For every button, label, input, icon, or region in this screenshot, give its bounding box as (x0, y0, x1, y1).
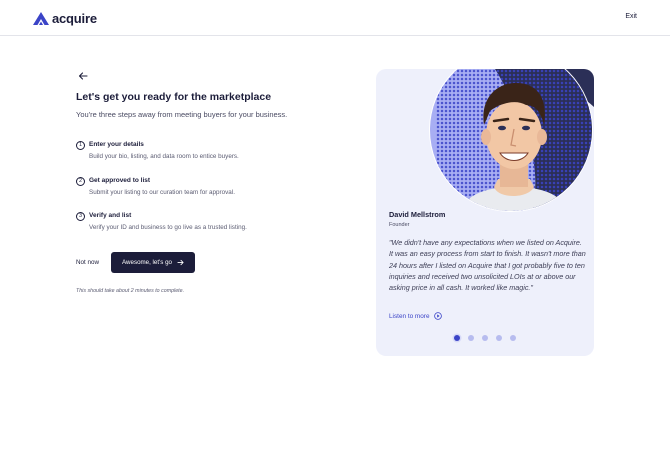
testimonial-name: David Mellstrom (389, 210, 446, 219)
page-subtitle: You're three steps away from meeting buy… (76, 110, 288, 119)
listen-label: Listen to more (389, 312, 430, 320)
back-arrow-icon[interactable] (78, 71, 88, 81)
logo-mark-icon (33, 12, 49, 25)
carousel-dots (454, 335, 516, 341)
top-bar: acquire Exit (0, 0, 670, 36)
time-estimate-note: This should take about 2 minutes to comp… (76, 288, 185, 294)
founder-portrait-illustration (429, 69, 594, 212)
carousel-dot[interactable] (454, 335, 460, 341)
arrow-right-icon (177, 259, 184, 266)
acquire-logo[interactable]: acquire (33, 11, 97, 26)
carousel-dot[interactable] (496, 335, 502, 341)
step-title: Verify and list (89, 212, 132, 219)
page-title: Let's get you ready for the marketplace (76, 91, 272, 103)
cta-label: Awesome, let's go (122, 259, 172, 266)
carousel-dot[interactable] (482, 335, 488, 341)
step-description: Build your bio, listing, and data room t… (89, 153, 239, 160)
testimonial-card: David Mellstrom Founder "We didn't have … (376, 69, 594, 356)
listen-to-more-link[interactable]: Listen to more (389, 312, 442, 320)
step-number: 1 (76, 141, 85, 150)
testimonial-role: Founder (389, 222, 410, 228)
exit-link[interactable]: Exit (625, 13, 637, 20)
step-title: Get approved to list (89, 177, 151, 184)
awesome-lets-go-button[interactable]: Awesome, let's go (111, 252, 195, 273)
carousel-dot[interactable] (510, 335, 516, 341)
testimonial-quote: "We didn't have any expectations when we… (389, 238, 586, 293)
step-title: Enter your details (89, 141, 144, 148)
play-circle-icon (433, 312, 442, 320)
step-description: Submit your listing to our curation team… (89, 189, 235, 196)
step-number: 3 (76, 212, 85, 221)
not-now-button[interactable]: Not now (76, 259, 99, 266)
carousel-dot[interactable] (468, 335, 474, 341)
step-number: 2 (76, 177, 85, 186)
logo-text: acquire (52, 11, 97, 26)
step-description: Verify your ID and business to go live a… (89, 224, 247, 231)
